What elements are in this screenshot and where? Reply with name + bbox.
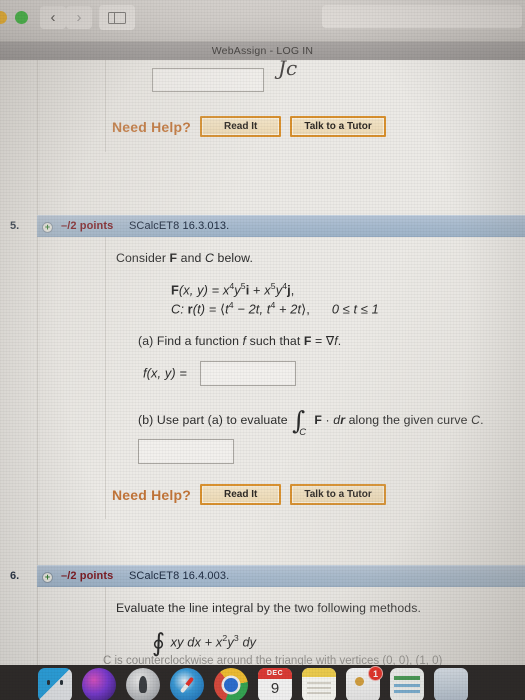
macos-dock: DEC 9 1 (0, 665, 525, 700)
dock-finder-icon[interactable] (38, 668, 72, 700)
tab-bar: WebAssign - LOG IN (0, 42, 525, 60)
dock-items: DEC 9 1 (38, 666, 468, 700)
curve-x1-rest: − 2t, (233, 301, 267, 317)
expand-plus-icon[interactable]: + (42, 222, 53, 233)
read-it-button[interactable]: Read It (200, 116, 282, 137)
question-6-cutoff-text: C is counterclockwise around the triangl… (103, 655, 443, 666)
talk-to-tutor-button[interactable]: Talk to a Tutor (290, 116, 386, 137)
dock-preview-icon[interactable] (390, 668, 424, 700)
eq-F-args: (x, y) = (178, 282, 223, 298)
part-a-mid: such that (246, 334, 304, 349)
question-5: 5. + –/2 points SCalcET8 16.3.013. Consi… (10, 215, 525, 520)
dock-launchpad-icon[interactable] (126, 668, 160, 700)
need-help-label: Need Help? (112, 118, 192, 135)
question-6-integral: ∮ xy dx + x2y3 dy (152, 628, 257, 658)
need-help-row-top: Need Help? Read It Talk to a Tutor (112, 116, 525, 137)
question-5-part-b-text: (b) Use part (a) to evaluate ∫ C F · dr al… (138, 408, 525, 437)
notification-badge: 1 (368, 666, 383, 681)
browser-toolbar: ‹ › (0, 0, 525, 42)
address-bar-input[interactable] (322, 5, 522, 28)
eq-comma: , (290, 282, 295, 298)
curve-label: C: (171, 301, 188, 317)
need-help-label-q5: Need Help? (112, 486, 192, 503)
curve-close-bracket: ⟩, (301, 301, 310, 317)
calendar-month-label: DEC (258, 668, 292, 679)
curve-domain: 0 ≤ t ≤ 1 (331, 301, 379, 317)
q6-dy: dy (238, 634, 257, 650)
part-a-answer-input[interactable] (200, 361, 297, 387)
notes-line (307, 682, 331, 684)
part-b-tail: . (480, 413, 484, 428)
dot-product-icon: · (322, 413, 334, 428)
nabla-icon: ∇ (325, 334, 335, 349)
part-b-F: F (314, 413, 323, 428)
talk-to-tutor-button-q5[interactable]: Talk to a Tutor (290, 484, 386, 506)
window-minimize-button[interactable] (0, 11, 7, 24)
part-a-F: F (303, 334, 312, 349)
question-5-header: 5. + –/2 points SCalcET8 16.3.013. (10, 215, 525, 237)
prompt-bold-F: F (169, 251, 178, 265)
part-b-answer-input[interactable] (138, 439, 234, 465)
part-a-answer-label: f(x, y) = (143, 365, 187, 381)
prompt-mid: and (177, 251, 206, 265)
preview-bar (394, 676, 420, 680)
part-b-mid: along the given curve (345, 413, 472, 428)
dock-notes-icon[interactable] (302, 668, 336, 700)
expand-plus-icon-q6[interactable]: + (42, 572, 53, 583)
q6-term1: xy dx + (167, 634, 216, 650)
notes-line (307, 692, 331, 694)
question-6-number: 6. (10, 570, 20, 582)
question-6-points: –/2 points (61, 570, 114, 582)
window-zoom-button[interactable] (15, 11, 28, 24)
sidebar-toggle-icon[interactable] (99, 5, 135, 30)
forward-button[interactable]: › (66, 6, 92, 29)
question-6-code: SCalcET8 16.4.003. (129, 570, 230, 582)
dock-safari-icon[interactable] (170, 668, 204, 700)
prompt-lead: Consider (116, 251, 170, 265)
top-answer-input[interactable] (152, 68, 264, 92)
notes-header-bar (302, 668, 336, 677)
preview-bar (394, 690, 420, 693)
curve-of-t: (t) = (192, 301, 221, 317)
calendar-day-label: 9 (270, 680, 280, 697)
preview-bar (394, 684, 420, 687)
read-it-button-q5[interactable]: Read It (200, 484, 282, 506)
question-5-points: –/2 points (61, 220, 114, 232)
question-5-part-a-answer-row: f(x, y) = (143, 361, 525, 387)
question-5-curve-equation: C: r(t) = ⟨t4 − 2t, t4 + 2t⟩, 0 ≤ t ≤ 1 (171, 300, 525, 317)
eq-plus: + (249, 282, 265, 298)
dock-contacts-icon[interactable]: 1 (346, 666, 383, 700)
question-5-field-equation: F(x, y) = x4y5i + x5y4j, (171, 281, 525, 297)
dock-edge-icon[interactable] (434, 668, 468, 700)
handwritten-annotation: Jc (278, 56, 298, 80)
question-6-prompt: Evaluate the line integral by the two fo… (116, 601, 421, 615)
page-content: Need Help? Read It Talk to a Tutor 5. + … (0, 60, 525, 665)
prompt-tail: below. (214, 251, 253, 265)
back-button[interactable]: ‹ (40, 6, 66, 29)
part-b-lead: (b) Use part (a) to evaluate (138, 413, 292, 428)
question-6: 6. + –/2 points SCalcET8 16.4.003. Evalu… (10, 565, 525, 664)
question-6-header: 6. + –/2 points SCalcET8 16.4.003. (10, 565, 525, 587)
question-5-part-b-answer-row (138, 439, 525, 465)
curve-x2-rest: + 2t (275, 301, 302, 317)
question-5-prompt: Consider F and C below. (116, 250, 525, 268)
dock-chrome-icon[interactable] (214, 668, 248, 700)
tab-webassign[interactable]: WebAssign - LOG IN (0, 42, 525, 60)
sidebar-glyph (108, 12, 126, 24)
part-a-lead: (a) Find a function (138, 334, 243, 349)
need-help-row-q5: Need Help? Read It Talk to a Tutor (112, 484, 525, 506)
dock-siri-icon[interactable] (82, 668, 116, 700)
dock-calendar-icon[interactable]: DEC 9 (258, 668, 292, 700)
question-5-code: SCalcET8 16.3.013. (129, 220, 230, 232)
notes-line (307, 687, 331, 689)
question-5-number: 5. (10, 220, 20, 232)
part-b-C: C (471, 413, 481, 428)
question-5-part-a-text: (a) Find a function f such that F = ∇f. (138, 333, 525, 351)
part-a-eq: = (311, 334, 326, 349)
prompt-italic-C: C (205, 251, 214, 265)
screenshot-root: ‹ › WebAssign - LOG IN Need Help? Read I… (0, 0, 525, 700)
integral-limit-C: C (299, 427, 307, 439)
part-a-tail: . (337, 334, 342, 349)
eq-F-name: F (171, 282, 179, 298)
